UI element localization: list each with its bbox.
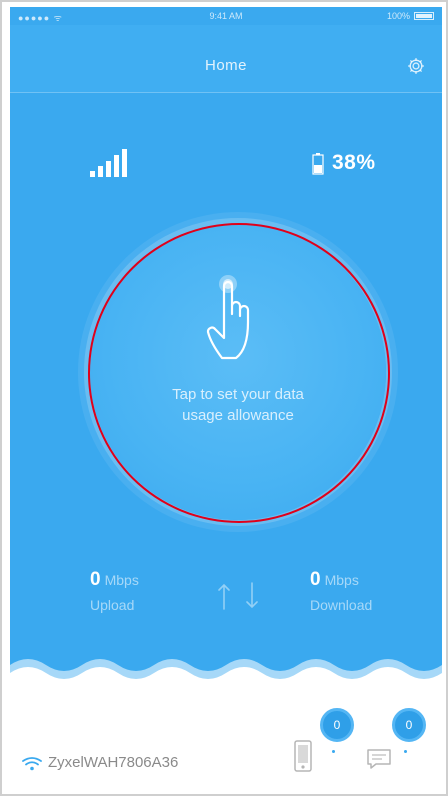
footer-panel — [10, 679, 442, 792]
status-bar: ●●●●● ᯤ 9:41 AM 100% — [10, 7, 442, 25]
data-allowance-dial[interactable]: Tap to set your data usage allowance — [90, 224, 386, 520]
tap-hand-icon — [206, 275, 250, 360]
status-battery-icon — [414, 12, 434, 20]
battery-icon — [312, 153, 324, 175]
page-title: Home — [204, 57, 247, 74]
upload-unit: Mbps — [104, 572, 139, 588]
devices-count-badge[interactable]: 0 — [320, 708, 354, 742]
nav-bar: Home — [10, 25, 442, 93]
upload-speed: 0 Mbps Upload — [90, 569, 139, 613]
download-value: 0 — [310, 569, 321, 590]
device-icon[interactable] — [294, 740, 312, 772]
dial-prompt-line1: Tap to set your data — [172, 386, 304, 403]
message-icon[interactable] — [366, 748, 392, 770]
wifi-icon — [22, 757, 42, 771]
status-battery: 100% — [387, 11, 434, 21]
device-indicator-dot — [332, 750, 335, 753]
dial-prompt-line2: usage allowance — [182, 407, 294, 424]
download-speed: 0 Mbps Download — [310, 569, 372, 613]
download-unit: Mbps — [324, 572, 359, 588]
signal-icon — [90, 149, 127, 177]
status-battery-text: 100% — [386, 11, 410, 21]
download-label: Download — [310, 597, 373, 613]
phone-frame: ●●●●● ᯤ 9:41 AM 100% Home 38% Tap to set… — [0, 0, 448, 796]
app-screen: ●●●●● ᯤ 9:41 AM 100% Home 38% Tap to set… — [10, 7, 442, 792]
messages-count-badge[interactable]: 0 — [392, 708, 426, 742]
message-indicator-dot — [404, 750, 407, 753]
battery-percent: 38% — [332, 151, 376, 174]
transfer-arrows-icon — [218, 582, 258, 610]
dial-prompt: Tap to set your data usage allowance — [130, 384, 346, 426]
gear-icon[interactable] — [406, 56, 426, 76]
upload-label: Upload — [90, 597, 135, 613]
network-ssid[interactable]: ZyxelWAH7806A36 — [48, 754, 178, 771]
status-time: 9:41 AM — [209, 11, 243, 21]
upload-value: 0 — [90, 569, 101, 590]
